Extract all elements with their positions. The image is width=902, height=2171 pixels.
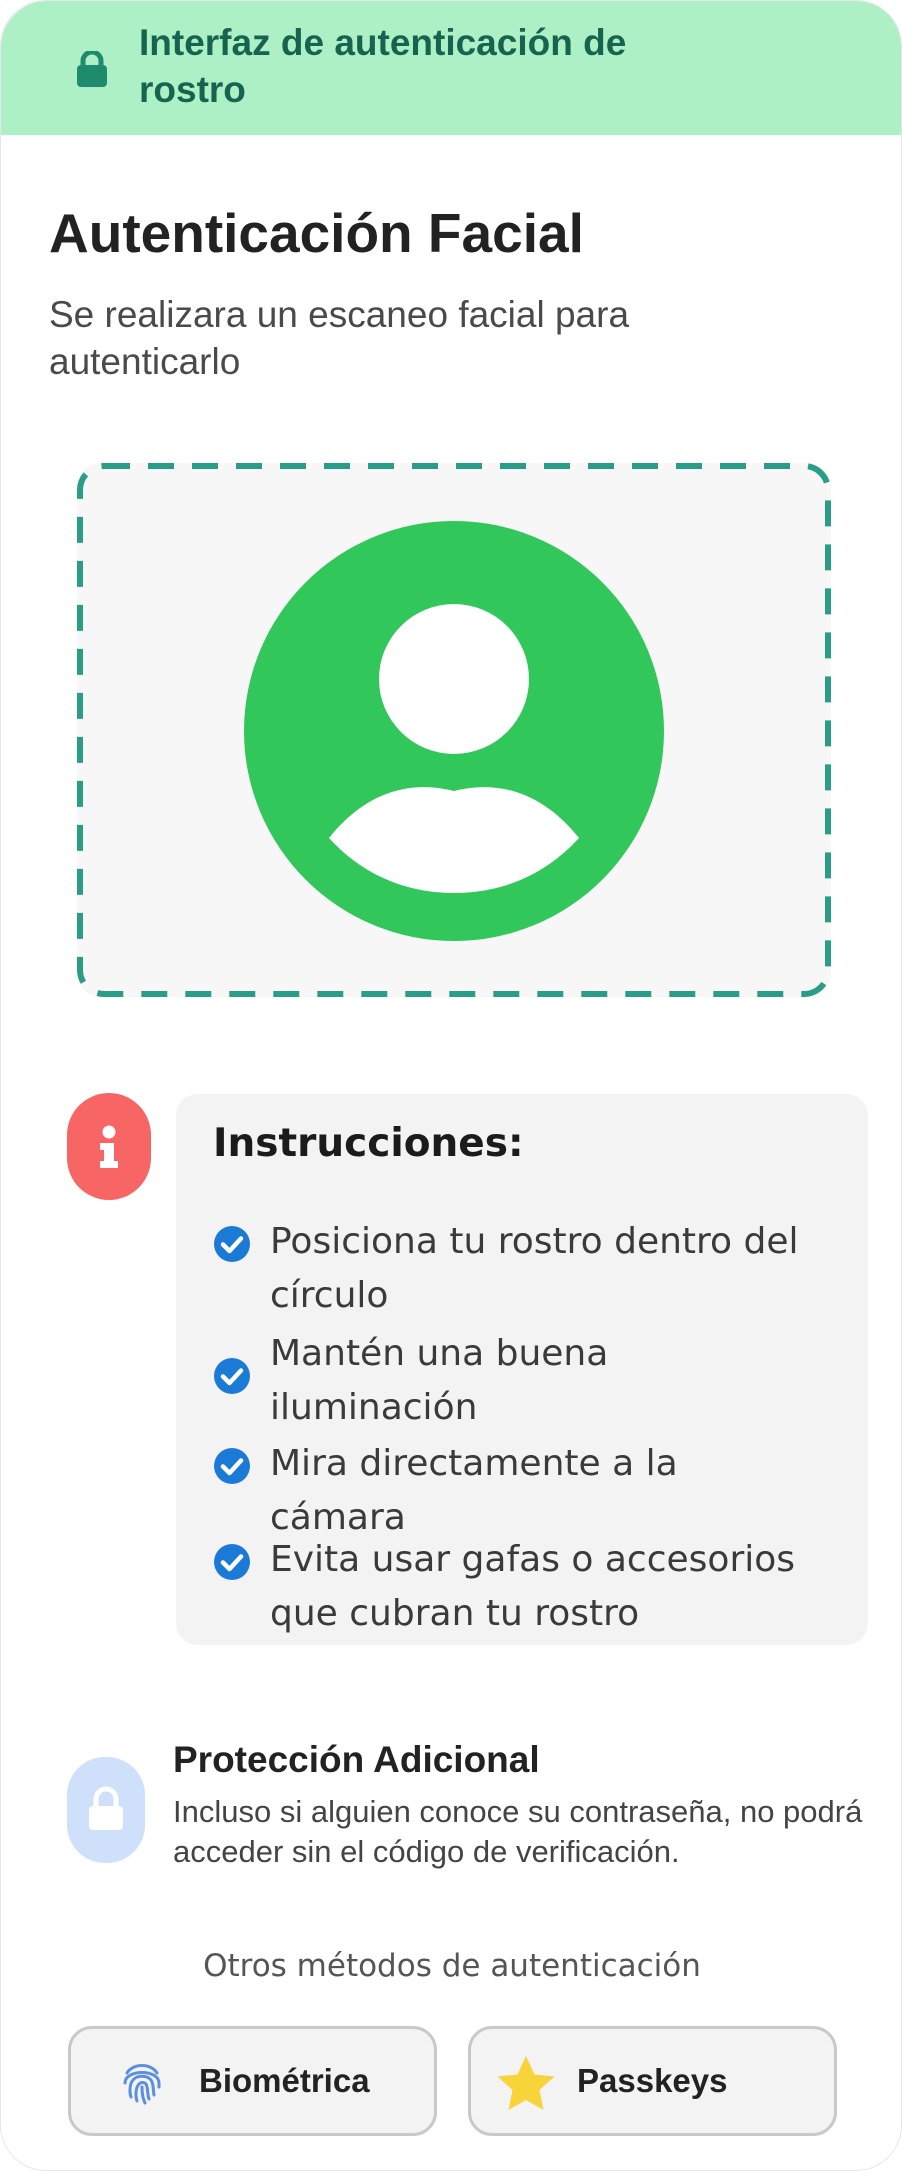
protection-title: Protección Adicional — [173, 1739, 540, 1780]
header-bar: Interfaz de autenticación de rostro — [1, 1, 901, 135]
header-title: Interfaz de autenticación de rostro — [139, 22, 627, 110]
instructions-title: Instrucciones: — [213, 1121, 524, 1166]
face-scan-frame[interactable] — [77, 463, 831, 997]
instruction-text: Mira directamente a la cámara — [270, 1443, 678, 1538]
page-subtitle: Se realizara un escaneo facial para aute… — [49, 294, 630, 382]
page-title: Autenticación Facial — [49, 202, 584, 264]
biometric-button[interactable]: Biométrica — [68, 2026, 437, 2136]
passkeys-button[interactable]: Passkeys — [468, 2026, 837, 2136]
fingerprint-icon — [117, 2057, 167, 2107]
instruction-text: Evita usar gafas o accesorios que cubran… — [270, 1539, 796, 1634]
app-screen: Interfaz de autenticación de rostro Aute… — [0, 0, 902, 2171]
check-circle-icon — [213, 1447, 251, 1485]
passkeys-button-label: Passkeys — [577, 2062, 728, 2099]
lock-icon — [75, 49, 109, 87]
instruction-text: Posiciona tu rostro dentro del círculo — [270, 1221, 799, 1316]
star-icon — [495, 2053, 557, 2115]
user-avatar-icon — [244, 521, 664, 941]
protection-text: Incluso si alguien conoce su contraseña,… — [173, 1794, 863, 1869]
check-circle-icon — [213, 1225, 251, 1263]
biometric-button-label: Biométrica — [199, 2062, 370, 2099]
other-methods-label: Otros métodos de autenticación — [203, 1948, 701, 1984]
protection-lock-icon — [67, 1757, 145, 1863]
check-circle-icon — [213, 1357, 251, 1395]
info-icon — [67, 1093, 151, 1200]
check-circle-icon — [213, 1543, 251, 1581]
instruction-text: Mantén una buena iluminación — [270, 1333, 609, 1428]
